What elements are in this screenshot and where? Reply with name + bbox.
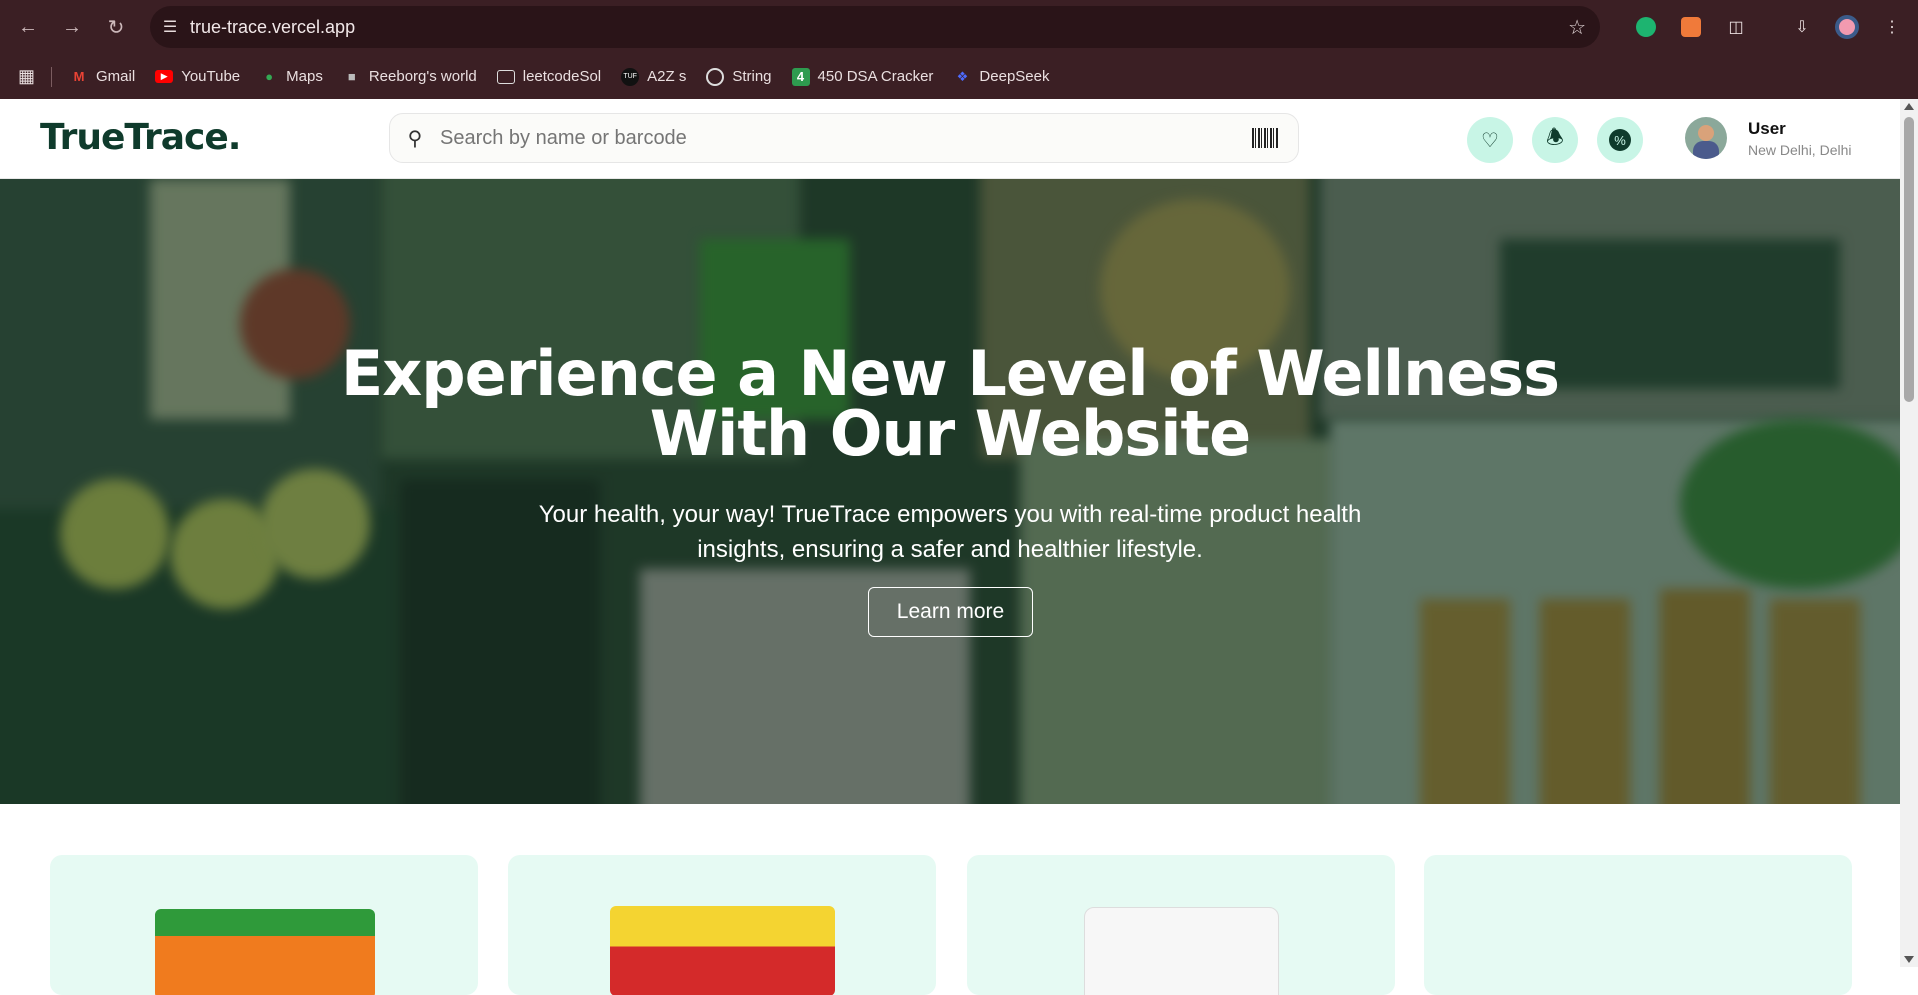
bookmark-a2z[interactable]: TUF A2Z s	[621, 67, 687, 86]
bookmark-gmail[interactable]: M Gmail	[70, 68, 136, 86]
bookmark-label: YouTube	[181, 68, 241, 85]
tuf-icon: TUF	[621, 67, 640, 86]
bookmark-deepseek[interactable]: ❖ DeepSeek	[953, 68, 1050, 86]
scroll-down-arrow-icon[interactable]	[1904, 956, 1914, 963]
hero-subtitle: Your health, your way! TrueTrace empower…	[500, 497, 1400, 567]
hero-title: Experience a New Level of Wellness With …	[0, 337, 1900, 470]
apps-grid-icon[interactable]: ▦	[18, 66, 35, 87]
product-card[interactable]	[1424, 855, 1852, 995]
user-name[interactable]: User	[1748, 119, 1786, 139]
favorites-heart-button[interactable]: ♡	[1467, 117, 1513, 163]
number-4-icon: 4	[791, 67, 810, 86]
bookmarks-divider	[51, 66, 53, 87]
bookmark-maps[interactable]: ● Maps	[260, 68, 323, 86]
bookmark-label: String	[732, 68, 772, 85]
bookmark-label: Maps	[286, 68, 323, 85]
scroll-up-arrow-icon[interactable]	[1904, 103, 1914, 110]
bookmark-string[interactable]: String	[706, 67, 772, 86]
discount-badge-icon: %	[1609, 129, 1631, 151]
bookmark-label: Reeborg's world	[368, 68, 477, 85]
search-icon: ⚲	[407, 127, 423, 150]
download-icon[interactable]: ⇩	[1788, 13, 1816, 41]
offers-button[interactable]: %	[1597, 117, 1643, 163]
address-bar[interactable]: ☰ true-trace.vercel.app ☆	[150, 6, 1600, 48]
product-card[interactable]	[50, 855, 478, 995]
learn-more-button[interactable]: Learn more	[868, 587, 1033, 637]
browser-toolbar: ← → ↻ ☰ true-trace.vercel.app ☆ ◫ ⇩ ⋮	[0, 0, 1918, 54]
bookmark-youtube[interactable]: ▶ YouTube	[155, 68, 240, 85]
menu-kebab-icon[interactable]: ⋮	[1878, 13, 1906, 41]
hero-title-line: Experience a New Level of Wellness	[340, 337, 1560, 410]
bookmark-leetcodesol[interactable]: leetcodeSol	[496, 68, 602, 85]
bookmark-label: DeepSeek	[979, 68, 1050, 85]
site-header: TrueTrace. ⚲ ♡ 🕭 % User New Delhi, Delhi	[0, 99, 1900, 179]
product-card[interactable]	[967, 855, 1395, 995]
bookmark-reeborg[interactable]: ■ Reeborg's world	[343, 68, 477, 86]
bookmark-label: 450 DSA Cracker	[817, 68, 934, 85]
truetrace-logo[interactable]: TrueTrace.	[40, 117, 241, 158]
robot-icon: ■	[347, 69, 356, 84]
product-card[interactable]	[508, 855, 936, 995]
youtube-icon: ▶	[155, 70, 174, 83]
extension-green-icon[interactable]	[1632, 13, 1660, 41]
reload-icon[interactable]: ↻	[94, 5, 138, 49]
extensions-puzzle-icon[interactable]: ◫	[1722, 13, 1750, 41]
hero-title-line: With Our Website	[649, 397, 1251, 470]
url-text: true-trace.vercel.app	[190, 16, 356, 37]
bookmark-label: leetcodeSol	[522, 68, 602, 85]
deepseek-icon: ❖	[956, 68, 969, 84]
hero-overlay	[0, 179, 1900, 804]
avatar-body	[1693, 141, 1719, 159]
avatar-head	[1698, 125, 1714, 141]
bookmarks-bar: ▦ M Gmail ▶ YouTube ● Maps ■ Reeborg's world…	[0, 54, 1918, 99]
search-bar: ⚲	[389, 113, 1299, 163]
search-input[interactable]	[440, 126, 1220, 150]
product-grid	[0, 804, 1900, 995]
profile-avatar-icon[interactable]	[1833, 13, 1861, 41]
hero-subtitle-line: insights, ensuring a safer and healthier…	[697, 536, 1203, 563]
bookmark-450-dsa[interactable]: 4 450 DSA Cracker	[791, 67, 934, 86]
maps-icon: ●	[265, 69, 274, 84]
bookmark-label: Gmail	[96, 68, 136, 85]
bookmark-star-icon[interactable]: ☆	[1568, 15, 1586, 40]
product-image	[155, 909, 375, 995]
avatar[interactable]	[1685, 117, 1727, 159]
hero-subtitle-line: Your health, your way! TrueTrace empower…	[538, 501, 1362, 528]
bookmark-label: A2Z s	[647, 68, 687, 85]
scrollbar-thumb[interactable]	[1904, 117, 1914, 402]
user-location: New Delhi, Delhi	[1748, 142, 1852, 158]
product-image	[1084, 907, 1279, 995]
barcode-scanner-icon[interactable]	[1252, 128, 1278, 148]
forward-icon[interactable]: →	[50, 5, 94, 49]
product-image	[610, 906, 835, 995]
bell-icon: 🕭	[1546, 127, 1564, 149]
folder-icon	[496, 69, 515, 84]
notifications-button[interactable]: 🕭	[1532, 117, 1578, 163]
site-info-icon[interactable]: ☰	[150, 17, 190, 37]
openai-icon	[706, 67, 725, 86]
hero-banner: Experience a New Level of Wellness With …	[0, 179, 1900, 804]
extension-orange-icon[interactable]	[1677, 13, 1705, 41]
gmail-icon: M	[73, 69, 85, 84]
page-scrollbar[interactable]	[1900, 99, 1918, 967]
back-icon[interactable]: ←	[6, 5, 50, 49]
heart-icon: ♡	[1481, 129, 1499, 152]
